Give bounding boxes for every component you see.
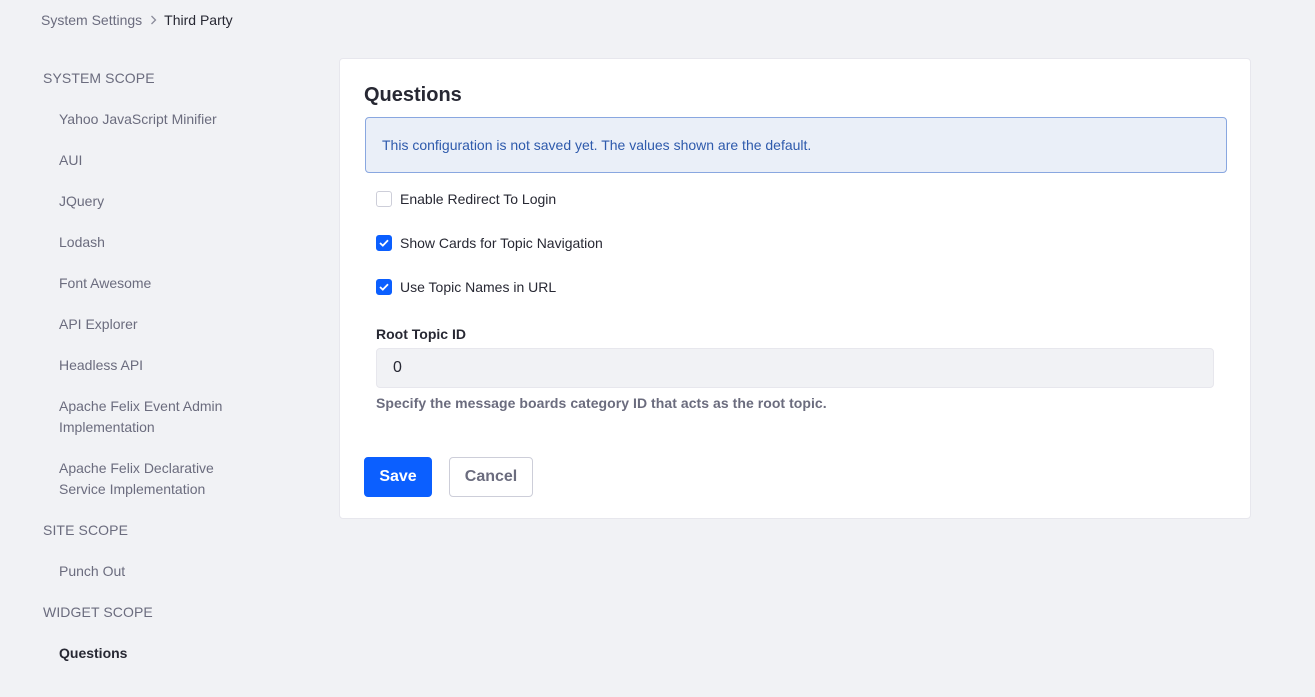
checkbox-checked[interactable] [376, 279, 392, 295]
configuration-card: Questions This configuration is not save… [339, 58, 1251, 519]
scope-heading-system: SYSTEM SCOPE [43, 70, 155, 86]
checkmark-icon [379, 283, 389, 291]
chevron-right-icon [150, 15, 157, 25]
alert-message: This configuration is not saved yet. The… [382, 137, 812, 153]
breadcrumb-third-party: Third Party [164, 12, 233, 28]
scope-heading-site: SITE SCOPE [43, 522, 129, 538]
breadcrumb: System Settings Third Party [41, 11, 233, 29]
checkbox-unchecked[interactable] [376, 191, 392, 207]
sidebar-item-aui[interactable]: AUI [59, 150, 259, 171]
checkbox-label: Use Topic Names in URL [400, 279, 557, 295]
breadcrumb-system-settings[interactable]: System Settings [41, 12, 142, 28]
checkmark-icon [379, 239, 389, 247]
sidebar-item-apache-felix-event-admin[interactable]: Apache Felix Event Admin Implementation [59, 396, 239, 438]
sidebar-item-font-awesome[interactable]: Font Awesome [59, 273, 259, 294]
save-button[interactable]: Save [364, 457, 432, 497]
sidebar-item-lodash[interactable]: Lodash [59, 232, 259, 253]
page-title: Questions [364, 84, 462, 106]
root-topic-id-input[interactable] [376, 348, 1214, 388]
checkbox-label: Enable Redirect To Login [400, 191, 557, 207]
root-topic-id-label: Root Topic ID [376, 326, 466, 342]
use-topic-names-in-url-checkbox[interactable]: Use Topic Names in URL [376, 279, 556, 295]
sidebar-item-jquery[interactable]: JQuery [59, 191, 259, 212]
root-topic-id-help: Specify the message boards category ID t… [376, 395, 827, 411]
scope-heading-widget: WIDGET SCOPE [43, 604, 153, 620]
info-alert: This configuration is not saved yet. The… [365, 117, 1227, 173]
checkbox-label: Show Cards for Topic Navigation [400, 235, 603, 251]
cancel-button[interactable]: Cancel [449, 457, 533, 497]
sidebar-item-headless-api[interactable]: Headless API [59, 355, 259, 376]
sidebar-item-questions[interactable]: Questions [59, 643, 259, 664]
checkbox-checked[interactable] [376, 235, 392, 251]
sidebar-item-yahoo-javascript-minifier[interactable]: Yahoo JavaScript Minifier [59, 109, 259, 130]
sidebar-item-apache-felix-declarative-service[interactable]: Apache Felix Declarative Service Impleme… [59, 458, 239, 500]
enable-redirect-to-login-checkbox[interactable]: Enable Redirect To Login [376, 191, 556, 207]
sidebar-item-api-explorer[interactable]: API Explorer [59, 314, 259, 335]
show-cards-topic-navigation-checkbox[interactable]: Show Cards for Topic Navigation [376, 235, 603, 251]
sidebar-item-punch-out[interactable]: Punch Out [59, 561, 259, 582]
